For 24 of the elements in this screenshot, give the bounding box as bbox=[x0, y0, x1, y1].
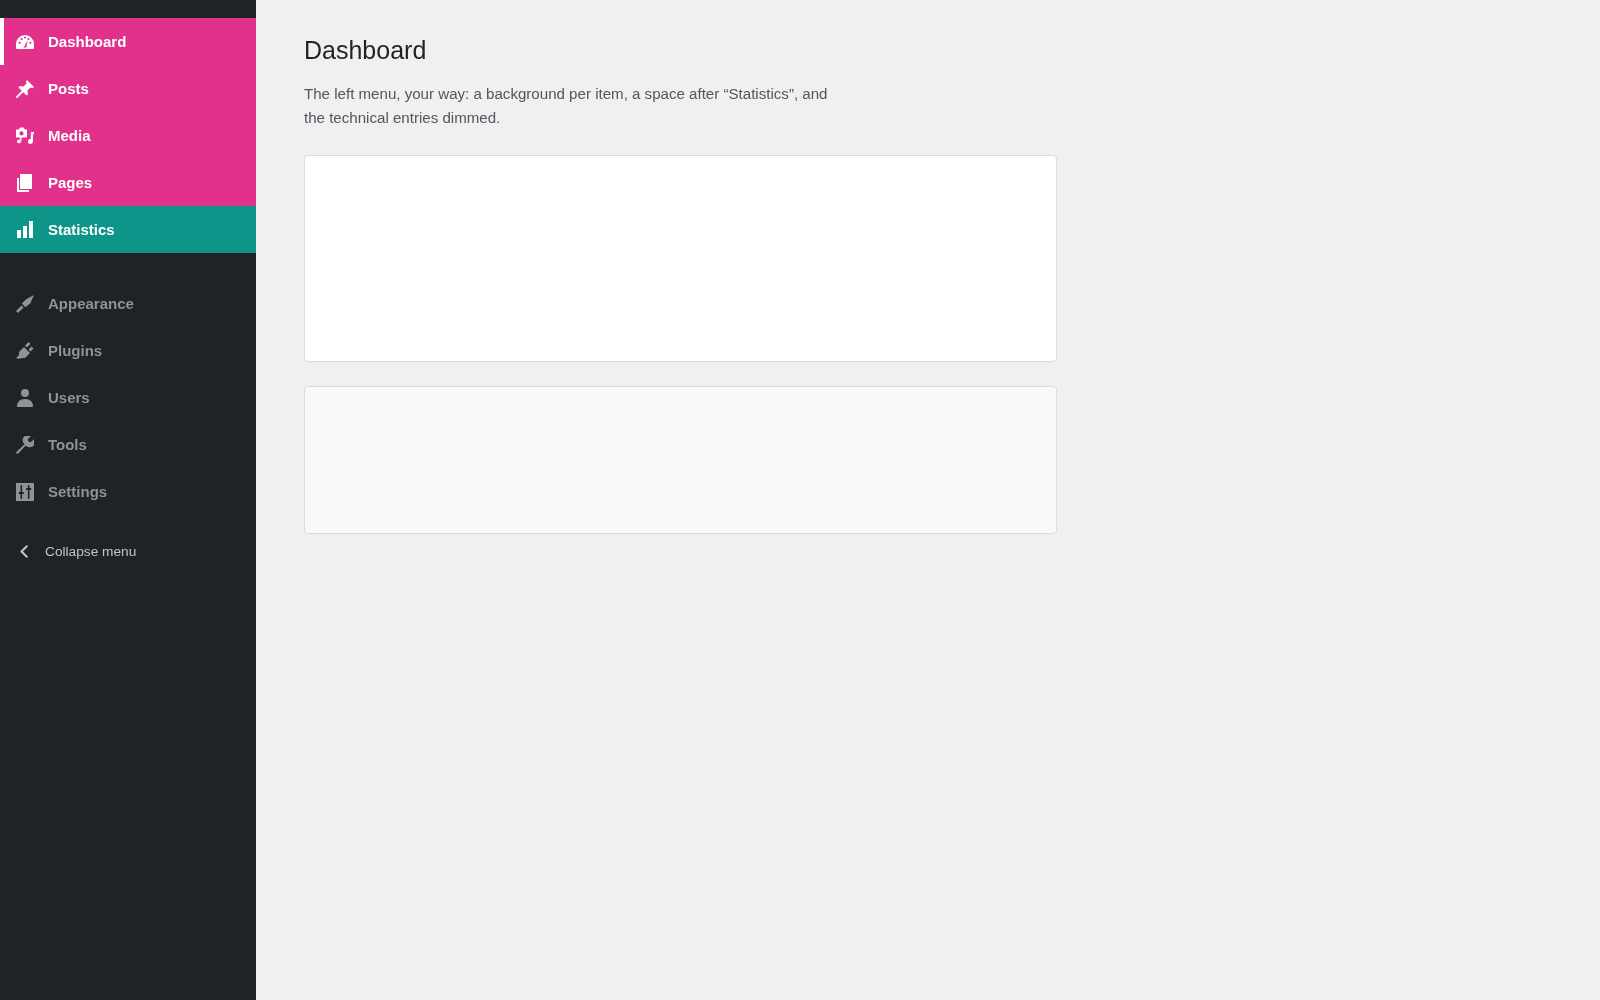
pushpin-icon bbox=[15, 79, 34, 98]
documents-icon bbox=[17, 173, 32, 192]
menu-item[interactable]: Media bbox=[0, 112, 256, 159]
sliders-icon bbox=[15, 482, 34, 501]
wrench-icon bbox=[15, 435, 34, 454]
menu-item[interactable]: Statistics bbox=[0, 206, 256, 253]
menu-item[interactable]: Appearance bbox=[0, 280, 256, 327]
chevron-left-icon bbox=[20, 544, 28, 558]
bar-chart-icon bbox=[16, 221, 33, 238]
menu-item[interactable]: Pages bbox=[0, 159, 256, 206]
menu-item[interactable]: Posts bbox=[0, 65, 256, 112]
collapse-menu-button[interactable]: Collapse menu bbox=[0, 533, 256, 569]
menu-item[interactable]: Settings bbox=[0, 468, 256, 515]
page-title: Dashboard bbox=[304, 35, 427, 66]
menu-item[interactable]: Plugins bbox=[0, 327, 256, 374]
menu-item[interactable]: Tools bbox=[0, 421, 256, 468]
plug-icon bbox=[15, 342, 34, 359]
gauge-icon bbox=[15, 34, 34, 49]
paintbrush-icon bbox=[15, 294, 34, 313]
page-description: The left menu, your way: a background per item, a space after “Statistics”, and the technical entries dimmed. bbox=[304, 84, 829, 128]
menu-item[interactable]: Users bbox=[0, 374, 256, 421]
person-icon bbox=[16, 388, 33, 407]
menu-item[interactable]: Dashboard bbox=[0, 18, 256, 65]
camera-note-icon bbox=[15, 127, 34, 144]
